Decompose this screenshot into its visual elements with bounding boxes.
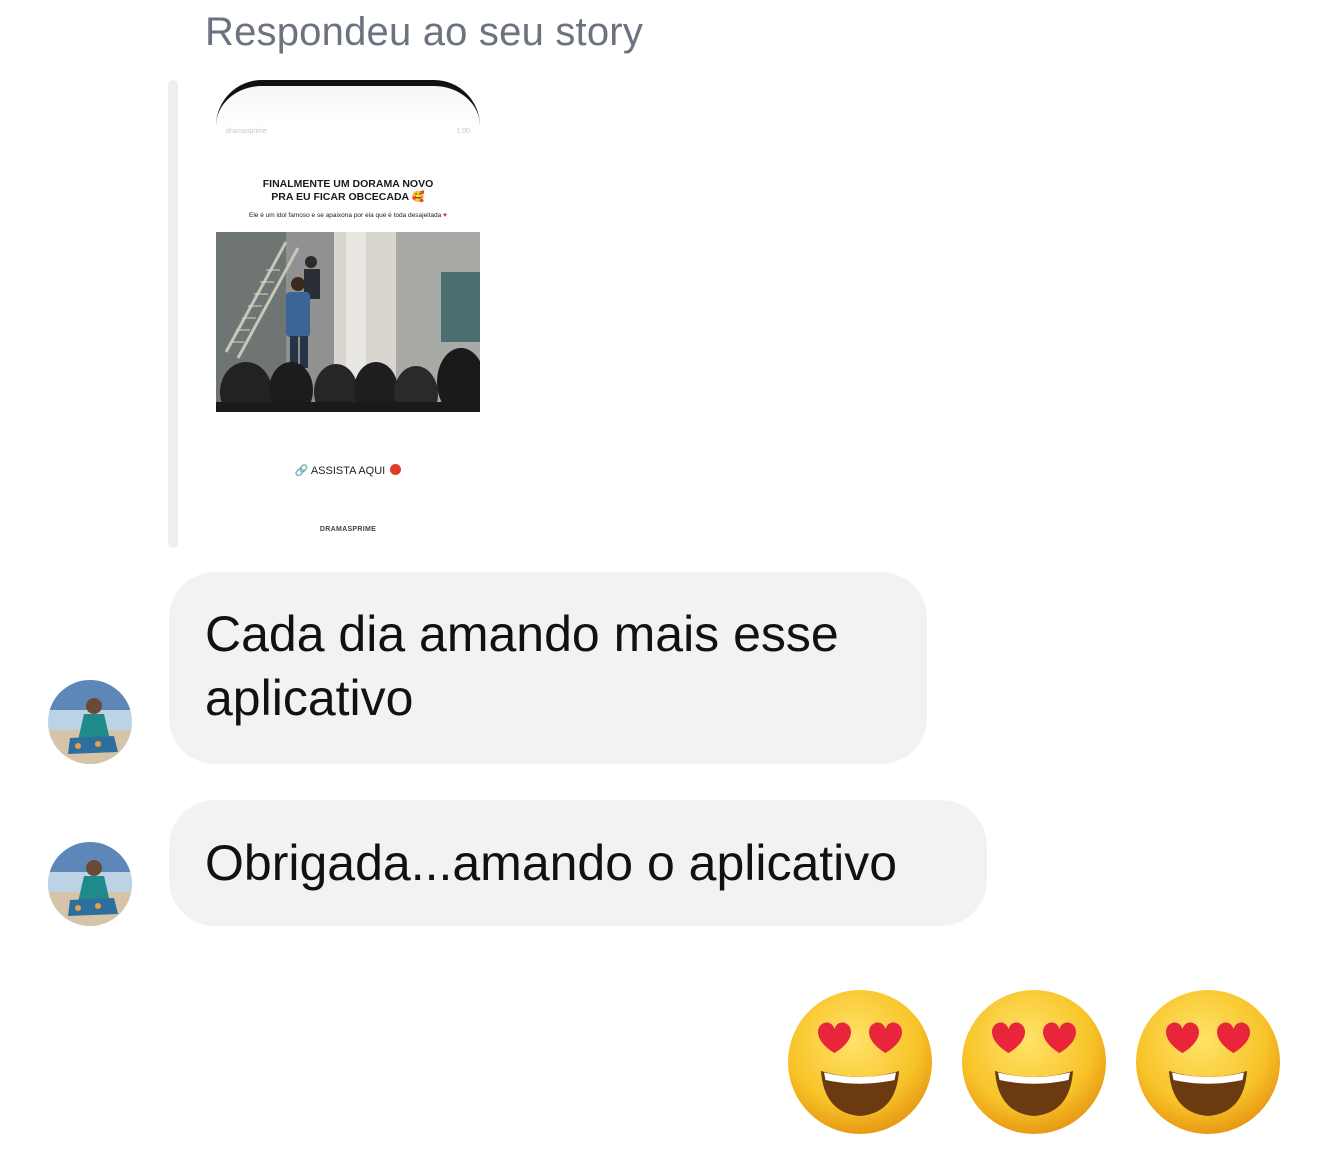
- story-cta-label: ASSISTA AQUI: [310, 465, 386, 477]
- story-account: dramasprime: [226, 128, 267, 135]
- heart-eyes-emoji-icon[interactable]: [959, 987, 1109, 1137]
- heart-icon: ♥: [443, 212, 447, 219]
- story-headline-line2: PRA EU FICAR OBCECADA: [271, 191, 409, 203]
- heart-eyes-emoji-icon[interactable]: [785, 987, 935, 1137]
- avatar[interactable]: [48, 842, 132, 926]
- story-reply-label: Respondeu ao seu story: [205, 10, 644, 54]
- link-icon: 🔗: [294, 465, 309, 477]
- story-headline: FINALMENTE UM DORAMA NOVO PRA EU FICAR O…: [230, 178, 466, 204]
- story-quote-bar: [168, 80, 178, 548]
- story-headline-line2-wrap: PRA EU FICAR OBCECADA 🥰: [230, 191, 466, 204]
- story-video-frame: [216, 232, 480, 412]
- message-bubble[interactable]: Cada dia amando mais esse aplicativo: [169, 572, 927, 764]
- hearts-face-icon: 🥰: [411, 191, 425, 203]
- message-bubble[interactable]: Obrigada...amando o aplicativo: [169, 800, 987, 926]
- story-topbar: dramasprime 1:00: [226, 128, 470, 135]
- story-headline-line1: FINALMENTE UM DORAMA NOVO: [262, 178, 434, 190]
- avatar[interactable]: [48, 680, 132, 764]
- story-brand: DRAMASPRIME: [319, 526, 377, 533]
- red-circle-icon: [390, 464, 402, 475]
- story-caption-wrap: Ele é um idol famoso e se apaixona por e…: [220, 212, 476, 219]
- heart-eyes-emoji-icon[interactable]: [1133, 987, 1283, 1137]
- story-preview[interactable]: dramasprime 1:00 FINALMENTE UM DORAMA NO…: [216, 80, 480, 535]
- story-caption: Ele é um idol famoso e se apaixona por e…: [249, 212, 442, 219]
- story-time: 1:00: [456, 128, 470, 135]
- story-cta[interactable]: 🔗 ASSISTA AQUI: [216, 464, 480, 477]
